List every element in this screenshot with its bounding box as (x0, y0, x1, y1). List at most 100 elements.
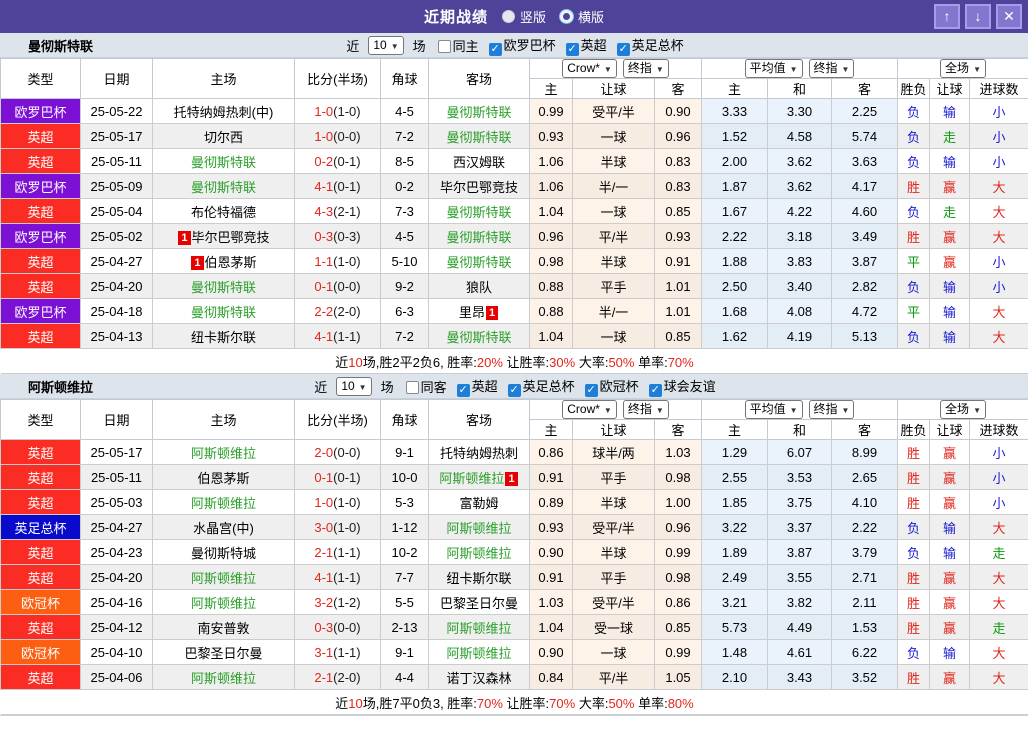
move-down-button[interactable]: ↓ (965, 4, 991, 29)
result-handicap: 输 (929, 148, 971, 174)
checkbox-label: 英足总杯 (522, 378, 575, 394)
league-filter-checkbox[interactable]: ✓ 英超 (560, 35, 607, 56)
scope-select[interactable]: 全场 ▼ (940, 400, 986, 419)
away-team-name: 托特纳姆热刺 (428, 439, 530, 465)
result-handicap: 赢 (929, 614, 971, 640)
league-filter-checkbox[interactable]: ✓ 英足总杯 (611, 35, 684, 56)
avg-home-odds: 3.22 (701, 514, 768, 540)
home-team-name: 阿斯顿维拉 (152, 589, 295, 615)
league-filter-checkbox[interactable]: ✓ 球会友谊 (643, 376, 716, 397)
league-filter-checkbox[interactable]: ✓ 英超 (451, 376, 498, 397)
col-subheader-odds-away: 客 (830, 78, 899, 99)
away-team-name: 阿斯顿维拉 (428, 539, 530, 565)
result-wdl-value: 胜 (907, 470, 921, 486)
score-cell: 0-1(0-0) (294, 273, 381, 299)
scope-select-value: 全场 (945, 61, 970, 75)
col-subheader-odds-away-label: 客 (858, 82, 872, 97)
result-handicap-value: 走 (943, 129, 957, 145)
halftime-score: (1-1) (333, 569, 361, 585)
handicap-away-odds-value: 0.99 (665, 544, 691, 560)
layout-radio-horizontal[interactable]: 横版 (560, 7, 604, 26)
fulltime-score: 4-1 (314, 328, 334, 344)
final-index-select[interactable]: 终指 ▼ (622, 59, 669, 78)
same-venue-checkbox[interactable]: 同客 (400, 377, 447, 396)
league-filter-checkbox[interactable]: ✓ 英足总杯 (502, 376, 575, 397)
result-handicap: 输 (929, 514, 971, 540)
average-select[interactable]: 平均值 ▼ (744, 59, 803, 78)
result-handicap-value: 赢 (943, 254, 957, 270)
table-row: 英超 25-04-06 阿斯顿维拉 2-1(2-0) 4-4 诺丁汉森林 0.84 平/半 1.… (0, 664, 1028, 690)
league-badge: 英超 (0, 273, 81, 299)
corners-cell: 0-2 (380, 173, 429, 199)
summary-text: 10 (348, 354, 363, 370)
col-subheader-odds-draw: 和 (767, 78, 832, 99)
final-index-select-2[interactable]: 终指 ▼ (808, 59, 855, 78)
league-badge: 英超 (0, 248, 81, 274)
away-team-name: 阿斯顿维拉 (428, 514, 530, 540)
halftime-score: (1-0) (333, 253, 361, 269)
result-goals: 小 (969, 123, 1028, 149)
away-team-label: 诺丁汉森林 (446, 670, 512, 686)
league-badge: 英超 (0, 198, 81, 224)
avg-away-odds: 2.25 (830, 98, 899, 124)
col-header-date-label: 日期 (103, 72, 130, 87)
result-handicap: 赢 (929, 589, 971, 615)
corners-value: 6-3 (395, 303, 414, 319)
corners-cell: 7-2 (380, 323, 429, 349)
final-index-select-2-value: 终指 (813, 61, 838, 75)
home-team-name: 布伦特福德 (152, 198, 295, 224)
league-badge: 英超 (0, 148, 81, 174)
home-team-name: 曼彻斯特联 (152, 298, 295, 324)
away-team-label: 毕尔巴鄂竞技 (439, 179, 518, 195)
home-team-name: 曼彻斯特城 (152, 539, 295, 565)
match-count-select[interactable]: 10 ▼ (368, 35, 404, 55)
league-filter-checkbox[interactable]: ✓ 欧冠杯 (579, 376, 639, 397)
avg-home-odds-value: 2.50 (721, 278, 748, 294)
result-wdl: 负 (897, 273, 931, 299)
handicap-home-odds: 0.89 (529, 489, 573, 515)
handicap-home-odds: 0.99 (529, 98, 573, 124)
corners-value: 4-5 (395, 228, 414, 244)
avg-draw-odds-value: 3.82 (786, 594, 813, 610)
avg-draw-odds: 4.08 (767, 298, 832, 324)
avg-draw-odds: 4.49 (767, 614, 832, 640)
scope-select[interactable]: 全场 ▼ (940, 59, 986, 78)
avg-away-odds-value: 1.53 (851, 619, 878, 635)
average-select[interactable]: 平均值 ▼ (744, 400, 803, 419)
col-header-date-label: 日期 (103, 413, 130, 428)
same-venue-checkbox[interactable]: 同主 (432, 36, 479, 55)
avg-away-odds: 3.63 (830, 148, 899, 174)
match-date-value: 25-05-03 (90, 494, 143, 510)
avg-draw-odds: 6.07 (767, 439, 832, 465)
table-header-row: 类型 日期 主场 比分(半场) 角球 客场 Crow* ▼ 终指 ▼ 平均值 ▼ 终指 ▼ 全场 ▼ (0, 399, 1028, 440)
bookmaker-select[interactable]: Crow* ▼ (562, 400, 617, 419)
handicap-home-odds: 0.90 (529, 639, 573, 665)
home-team-name: 1 毕尔巴鄂竞技 (152, 223, 295, 249)
final-index-select[interactable]: 终指 ▼ (622, 400, 669, 419)
layout-radio-vertical[interactable]: 竖版 (501, 7, 546, 26)
avg-away-odds-value: 3.63 (851, 153, 878, 169)
summary-text: 近 (335, 354, 349, 370)
corners-cell: 4-5 (380, 223, 429, 249)
avg-away-odds-value: 2.65 (851, 469, 878, 485)
result-wdl: 负 (897, 639, 931, 665)
away-team-label: 阿斯顿维拉 (446, 520, 512, 536)
team-name: 阿斯顿维拉 (28, 379, 94, 395)
col-subheader-handicap-label: 让球 (600, 82, 627, 97)
result-goals: 小 (969, 273, 1028, 299)
league-filter-checkbox[interactable]: ✓ 欧罗巴杯 (483, 35, 556, 56)
result-wdl-value: 平 (907, 254, 921, 270)
score-cell: 0-1(0-1) (294, 464, 381, 490)
match-date: 25-04-23 (80, 539, 153, 565)
home-team-name: 托特纳姆热刺(中) (152, 98, 295, 124)
match-count-select[interactable]: 10 ▼ (336, 376, 372, 396)
corners-cell: 6-3 (380, 298, 429, 324)
avg-home-odds-value: 1.67 (721, 203, 748, 219)
final-index-select-2[interactable]: 终指 ▼ (808, 400, 855, 419)
result-wdl-value: 胜 (907, 179, 921, 195)
move-up-button[interactable]: ↑ (934, 4, 960, 29)
summary-text: 50% (608, 354, 635, 370)
close-button[interactable]: ✕ (996, 4, 1022, 29)
avg-draw-odds: 3.75 (767, 489, 832, 515)
bookmaker-select[interactable]: Crow* ▼ (562, 59, 617, 78)
